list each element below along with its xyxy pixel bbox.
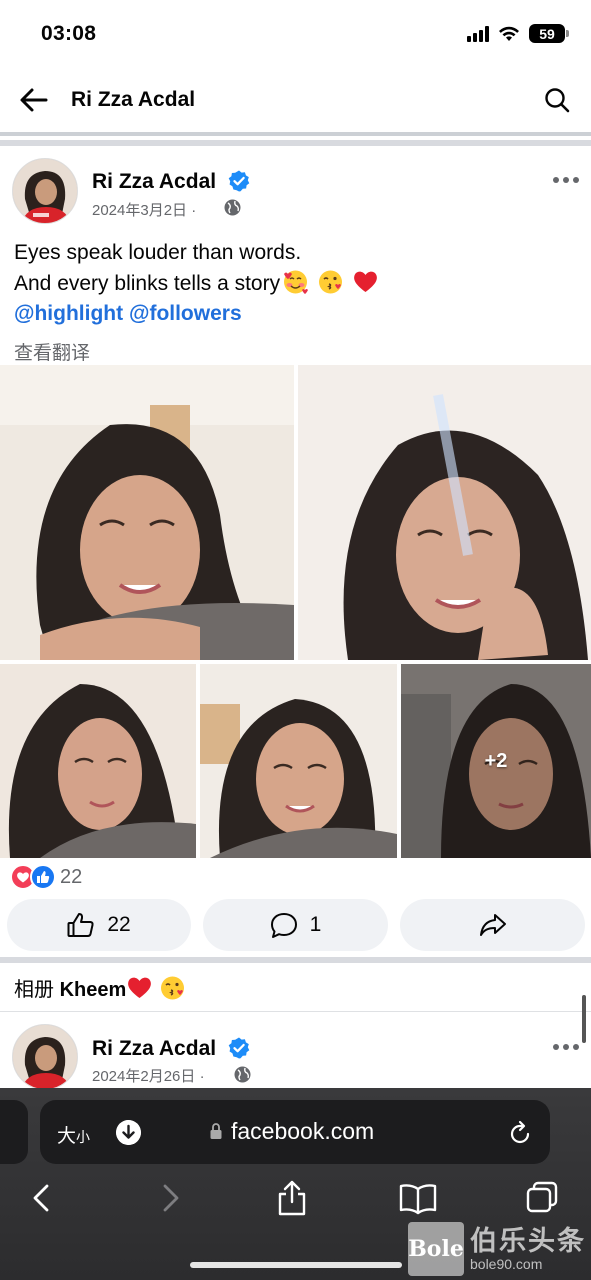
- text-size-button[interactable]: 大小: [57, 1121, 90, 1148]
- url-text[interactable]: facebook.com: [231, 1118, 374, 1145]
- post-photo-3[interactable]: [0, 664, 196, 858]
- reaction-count: 22: [60, 865, 83, 888]
- address-bar[interactable]: 大小 facebook.com: [40, 1100, 550, 1164]
- post-text-line-2: And every blinks tells a story: [14, 268, 379, 299]
- kissing-face-emoji-icon: [319, 270, 343, 294]
- kissing-face-emoji-icon: [161, 976, 185, 1000]
- previous-tab-peek[interactable]: [0, 1100, 28, 1164]
- battery-icon: 59: [529, 24, 569, 43]
- status-bar: 03:08 59: [0, 0, 591, 66]
- globe-icon: [224, 199, 241, 216]
- author-name[interactable]: Ri Zza Acdal: [92, 170, 216, 194]
- text-size-small-label: 小: [76, 1129, 91, 1145]
- post-photo-1[interactable]: [0, 365, 294, 660]
- back-arrow-icon[interactable]: [18, 85, 50, 115]
- post-text: Eyes speak louder than words. And every …: [14, 238, 379, 329]
- album-label[interactable]: 相册 Kheem: [14, 973, 186, 1002]
- status-time: 03:08: [41, 22, 97, 45]
- lock-icon: [210, 1123, 222, 1139]
- signal-icon: [467, 25, 489, 42]
- globe-icon: [234, 1066, 251, 1083]
- mention-followers-link[interactable]: @followers: [129, 302, 242, 325]
- watermark-text: 伯乐头条 bole90.com: [470, 1226, 586, 1272]
- album-divider: [0, 1011, 591, 1012]
- comment-bubble-icon: [270, 912, 297, 938]
- comment-button[interactable]: 1: [203, 899, 388, 951]
- download-icon[interactable]: [116, 1120, 141, 1145]
- tabs-icon[interactable]: [525, 1180, 559, 1216]
- album-prefix: 相册: [14, 979, 54, 1001]
- header-divider: [0, 132, 591, 136]
- like-button[interactable]: 22: [7, 899, 191, 951]
- avatar[interactable]: [12, 158, 78, 224]
- post-date[interactable]: 2024年3月2日 ·: [92, 199, 196, 220]
- see-translation-link[interactable]: 查看翻译: [14, 338, 90, 365]
- more-options-icon[interactable]: [553, 177, 579, 183]
- post-text-line-2-text: And every blinks tells a story: [14, 272, 281, 295]
- watermark-name: 伯乐头条: [470, 1226, 586, 1256]
- home-indicator: [190, 1262, 402, 1268]
- mentions: @highlight @followers: [14, 299, 379, 329]
- watermark-logo: Bole: [408, 1222, 464, 1276]
- reload-icon[interactable]: [508, 1120, 532, 1146]
- album-name: Kheem: [59, 979, 127, 1001]
- mention-highlight-link[interactable]: @highlight: [14, 302, 123, 325]
- more-options-icon[interactable]: [553, 1044, 579, 1050]
- verified-badge-icon: [228, 1037, 250, 1059]
- share-icon[interactable]: [275, 1180, 309, 1216]
- comment-count: 1: [309, 913, 322, 936]
- text-size-large-label: 大: [57, 1126, 77, 1147]
- smiling-hearts-emoji-icon: [284, 270, 309, 294]
- section-divider: [0, 957, 591, 963]
- page-title: Ri Zza Acdal: [71, 88, 196, 111]
- status-icons: 59: [467, 24, 569, 43]
- bookmarks-icon[interactable]: [399, 1180, 437, 1216]
- like-reaction-icon: [30, 864, 56, 890]
- watermark-url: bole90.com: [470, 1256, 543, 1272]
- scrollbar[interactable]: [582, 995, 586, 1043]
- wifi-icon: [499, 26, 519, 41]
- verified-badge-icon: [228, 170, 250, 192]
- nav-header: Ri Zza Acdal: [0, 66, 591, 134]
- search-icon[interactable]: [543, 86, 571, 114]
- browser-back-icon[interactable]: [26, 1180, 60, 1216]
- post-photo-5-more[interactable]: +2: [401, 664, 591, 858]
- browser-forward-icon[interactable]: [152, 1180, 186, 1216]
- like-count: 22: [107, 913, 131, 936]
- post-photo-4[interactable]: [200, 664, 397, 858]
- share-arrow-icon: [479, 914, 506, 936]
- red-heart-emoji-icon: [354, 271, 377, 292]
- next-post-author-name[interactable]: Ri Zza Acdal: [92, 1037, 216, 1061]
- thumbs-up-icon: [67, 913, 94, 937]
- reaction-summary[interactable]: 22: [10, 862, 82, 892]
- share-button[interactable]: [400, 899, 585, 951]
- watermark: Bole 伯乐头条 bole90.com: [408, 1220, 591, 1278]
- red-heart-emoji-icon: [128, 977, 152, 998]
- post-divider: [0, 140, 591, 146]
- post-text-line-1: Eyes speak louder than words.: [14, 241, 302, 264]
- post-photo-2[interactable]: [298, 365, 591, 660]
- next-post-avatar[interactable]: [12, 1024, 78, 1090]
- more-photos-count: +2: [484, 749, 508, 772]
- next-post-date[interactable]: 2024年2月26日 ·: [92, 1065, 205, 1086]
